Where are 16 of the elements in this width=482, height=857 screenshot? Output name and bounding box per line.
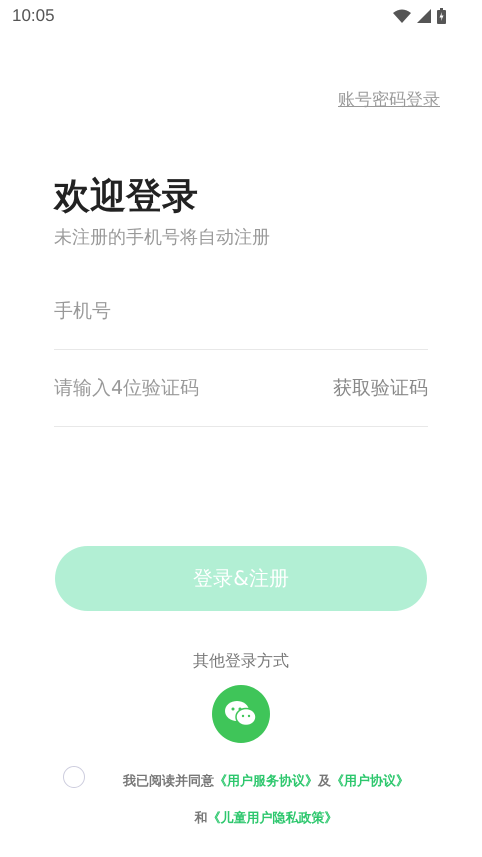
agree-checkbox[interactable] bbox=[63, 766, 85, 788]
code-field[interactable]: 请输入4位验证码 bbox=[54, 377, 333, 399]
phone-field[interactable]: 手机号 bbox=[54, 300, 428, 322]
service-agreement-link[interactable]: 《用户服务协议》 bbox=[214, 774, 318, 789]
user-agreement-link[interactable]: 《用户协议》 bbox=[331, 774, 409, 789]
privacy-policy-link[interactable]: 《儿童用户隐私政策》 bbox=[208, 811, 338, 826]
password-login-link[interactable]: 账号密码登录 bbox=[338, 88, 440, 111]
wifi-icon bbox=[393, 9, 411, 23]
page-title: 欢迎登录 bbox=[54, 175, 199, 219]
other-login-label: 其他登录方式 bbox=[192, 651, 290, 672]
signal-icon bbox=[417, 9, 431, 23]
clock: 10:05 bbox=[12, 6, 55, 26]
battery-icon bbox=[437, 8, 446, 24]
get-code-button[interactable]: 获取验证码 bbox=[333, 375, 428, 401]
agreement-text: 我已阅读并同意《用户服务协议》及《用户协议》 和《儿童用户隐私政策》 bbox=[122, 772, 410, 828]
subtitle: 未注册的手机号将自动注册 bbox=[54, 226, 271, 249]
